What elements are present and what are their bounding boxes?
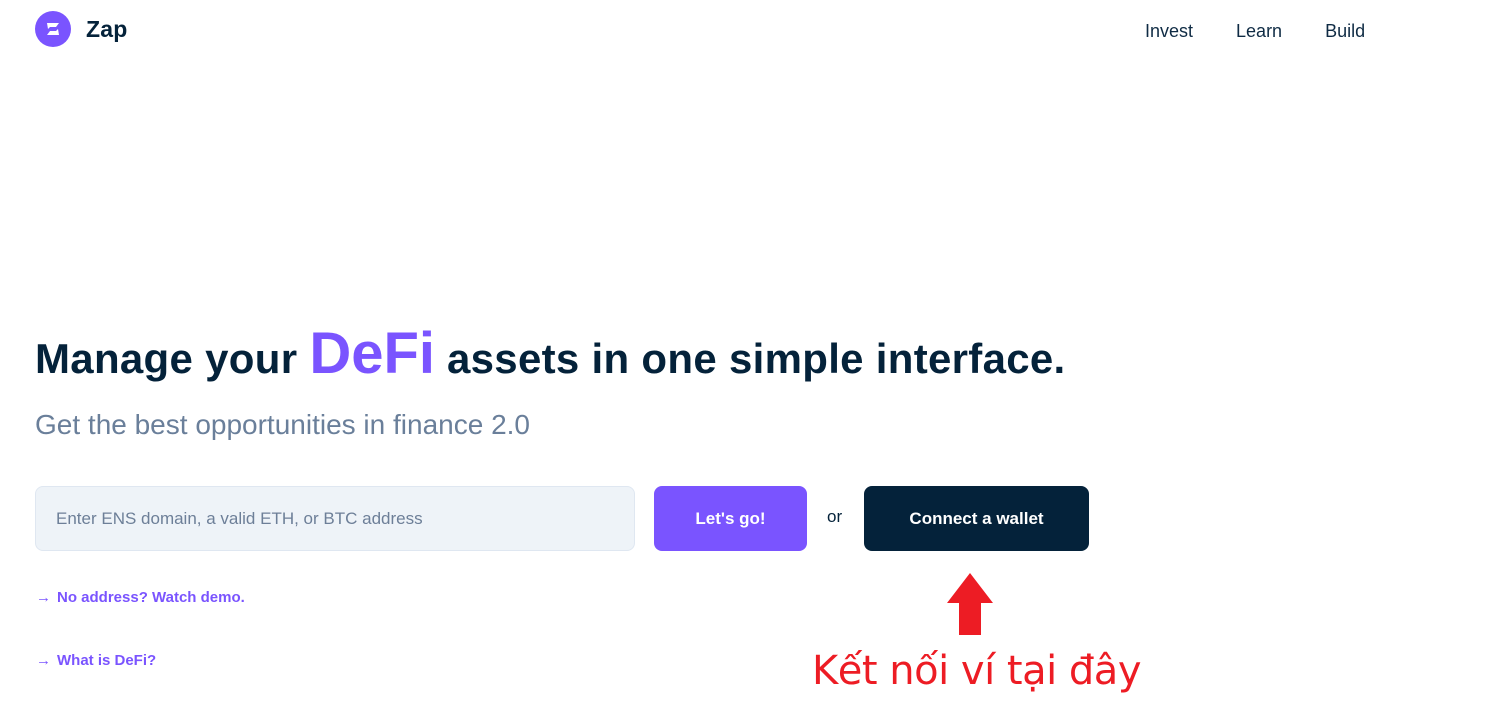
arrow-right-icon: → xyxy=(36,589,51,606)
lets-go-button[interactable]: Let's go! xyxy=(654,486,807,551)
headline-start: Manage your xyxy=(35,335,310,382)
subtitle: Get the best opportunities in finance 2.… xyxy=(35,409,530,440)
headline: Manage your DeFi assets in one simple in… xyxy=(35,320,1066,387)
what-is-defi-label: What is DeFi? xyxy=(57,652,157,669)
nav-learn[interactable]: Learn xyxy=(1236,18,1282,44)
arrow-right-icon: → xyxy=(36,652,51,669)
red-up-arrow-icon xyxy=(947,573,993,635)
connect-wallet-button[interactable]: Connect a wallet xyxy=(864,486,1089,551)
headline-accent: DeFi xyxy=(309,321,436,386)
brand-name: Zap xyxy=(86,15,128,42)
watch-demo-label: No address? Watch demo. xyxy=(57,589,245,606)
page: Zap Invest Learn Build Manage your DeFi … xyxy=(0,0,1506,719)
zap-logo-icon xyxy=(35,11,71,47)
top-nav: Invest Learn Build xyxy=(1145,18,1365,44)
address-input[interactable] xyxy=(35,486,635,551)
logo[interactable]: Zap xyxy=(35,11,128,47)
or-separator: or xyxy=(827,507,843,526)
annotation-text: Kết nối ví tại đây xyxy=(812,648,1142,694)
watch-demo-link[interactable]: → No address? Watch demo. xyxy=(36,589,245,606)
nav-invest[interactable]: Invest xyxy=(1145,18,1193,44)
nav-build[interactable]: Build xyxy=(1325,18,1365,44)
headline-end: assets in one simple interface. xyxy=(435,335,1066,382)
what-is-defi-link[interactable]: → What is DeFi? xyxy=(36,652,156,669)
